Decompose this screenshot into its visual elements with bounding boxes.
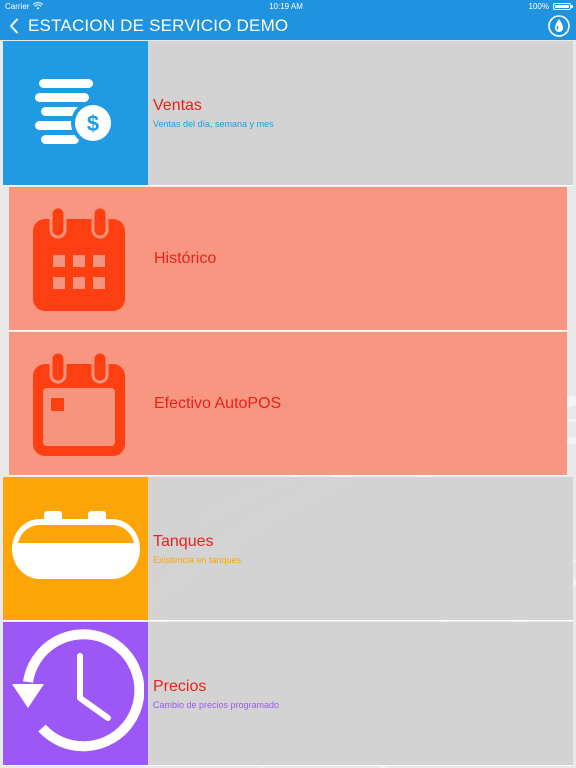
tanques-subtitle: Existencia en tanques — [153, 554, 242, 565]
calendar-grid-icon — [33, 205, 125, 311]
menu-item-tanques[interactable]: Tanques Existencia en tanques — [3, 477, 573, 621]
precios-subtitle: Cambio de precios programado — [153, 699, 280, 710]
efectivo-title: Efectivo AutoPOS — [154, 394, 282, 412]
efectivo-text: Efectivo AutoPOS — [149, 332, 281, 475]
status-left: Carrier — [5, 1, 44, 11]
calendar-icon — [33, 350, 125, 456]
efectivo-tile — [9, 332, 149, 475]
historico-text: Histórico — [149, 187, 216, 330]
ventas-text: Ventas Ventas del día, semana y mes — [148, 41, 274, 185]
historico-title: Histórico — [154, 249, 217, 267]
wifi-icon — [33, 2, 44, 10]
precios-tile — [3, 622, 148, 765]
menu-item-efectivo-autopos[interactable]: Efectivo AutoPOS — [9, 332, 567, 476]
battery-icon — [552, 2, 573, 10]
clock-history-icon — [11, 628, 144, 751]
back-button[interactable] — [2, 12, 26, 40]
tanques-tile — [3, 477, 148, 620]
menu-item-historico[interactable]: Histórico — [9, 187, 567, 331]
precios-text: Precios Cambio de precios programado — [148, 622, 279, 765]
menu-item-ventas[interactable]: $ Ventas Ventas del día, semana y mes — [3, 41, 573, 186]
tanques-text: Tanques Existencia en tanques — [148, 477, 241, 620]
carrier-label: Carrier — [5, 1, 30, 11]
status-right: 100% — [528, 1, 573, 11]
historico-tile — [9, 187, 149, 330]
battery-percent: 100% — [528, 1, 549, 11]
navigation-bar: ESTACION DE SERVICIO DEMO — [0, 12, 576, 40]
chevron-left-icon — [10, 18, 18, 34]
ventas-title: Ventas — [153, 97, 202, 114]
precios-title: Precios — [153, 677, 207, 695]
ventas-subtitle: Ventas del día, semana y mes — [153, 119, 274, 129]
coins-dollar-icon: $ — [34, 79, 115, 145]
svg-text:$: $ — [86, 111, 98, 136]
tank-icon — [11, 510, 140, 579]
menu-item-precios[interactable]: Precios Cambio de precios programado — [3, 622, 573, 766]
app-logo-icon[interactable] — [548, 15, 570, 37]
tanques-title: Tanques — [153, 532, 214, 550]
status-time: 10:19 AM — [269, 1, 303, 11]
status-bar: Carrier 10:19 AM 100% — [0, 0, 576, 12]
page-title: ESTACION DE SERVICIO DEMO — [28, 16, 289, 35]
ventas-tile: $ — [3, 41, 148, 185]
